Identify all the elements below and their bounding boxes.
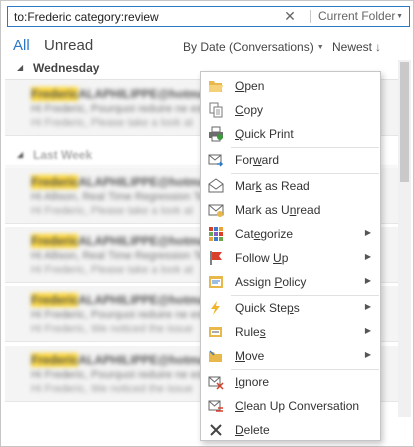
arrow-down-icon: ↓ xyxy=(375,40,382,54)
policy-icon xyxy=(208,274,224,290)
delete-x-icon xyxy=(208,422,224,438)
submenu-arrow-icon: ▶ xyxy=(364,350,371,359)
menu-item-mark-as-unread[interactable]: Mark as Unread xyxy=(201,198,380,222)
ignore-icon xyxy=(208,374,224,390)
mail-preview: Hi Frederic, We noticed the issue xyxy=(31,383,193,395)
chevron-down-icon[interactable]: ▼ xyxy=(396,7,403,26)
move-folder-icon xyxy=(208,348,224,364)
group-label: Wednesday xyxy=(33,61,100,75)
group-label: Last Week xyxy=(33,148,93,162)
rules-icon xyxy=(208,324,224,340)
menu-item-rules[interactable]: Rules ▶ xyxy=(201,320,380,344)
envelope-closed-icon xyxy=(208,202,224,218)
scrollbar-thumb[interactable] xyxy=(400,62,409,182)
sort-order-label: Newest xyxy=(332,40,373,54)
forward-icon xyxy=(208,152,224,168)
list-scrollbar[interactable] xyxy=(398,60,411,417)
mail-subject: Hi Allison, Real Time Regression Testing xyxy=(31,250,229,262)
mail-preview: Hi Frederic, Please take a look at xyxy=(31,264,194,276)
folder-open-icon xyxy=(208,78,224,94)
menu-item-categorize[interactable]: Categorize ▶ xyxy=(201,222,380,246)
chevron-down-icon: ▼ xyxy=(316,44,324,51)
menu-item-open[interactable]: Open xyxy=(201,74,380,98)
clear-search-icon[interactable]: ✕ xyxy=(282,8,298,25)
sort-by-dropdown[interactable]: By Date (Conversations) ▼ xyxy=(183,40,324,54)
menu-item-copy[interactable]: Copy xyxy=(201,98,380,122)
menu-item-follow-up[interactable]: Follow Up ▶ xyxy=(201,246,380,270)
mail-subject: Hi Frederic, Pourquoi reduire ne est pas xyxy=(31,369,227,381)
menu-item-move[interactable]: Move ▶ xyxy=(201,344,380,368)
search-divider xyxy=(310,10,311,23)
cleanup-icon xyxy=(208,398,224,414)
collapse-triangle-icon[interactable]: ◢ xyxy=(17,63,23,72)
lightning-icon xyxy=(208,300,224,316)
menu-item-assign-policy[interactable]: Assign Policy ▶ xyxy=(201,270,380,294)
menu-item-clean-up-conversation[interactable]: Clean Up Conversation xyxy=(201,394,380,418)
mail-subject: Hi Frederic, Pourquoi reduire ne est pas xyxy=(31,309,227,321)
menu-item-quick-print[interactable]: Quick Print xyxy=(201,122,380,146)
search-box: ✕ Current Folder ▼ xyxy=(7,6,410,27)
submenu-arrow-icon: ▶ xyxy=(364,228,371,237)
submenu-arrow-icon: ▶ xyxy=(364,302,371,311)
envelope-open-icon xyxy=(208,178,224,194)
menu-item-delete[interactable]: Delete xyxy=(201,418,380,442)
search-input[interactable] xyxy=(8,7,280,26)
submenu-arrow-icon: ▶ xyxy=(364,326,371,335)
category-grid-icon xyxy=(208,226,224,242)
submenu-arrow-icon: ▶ xyxy=(364,276,371,285)
mail-subject: Hi Allison, Real Time Regression Testing xyxy=(31,191,229,203)
menu-item-forward[interactable]: Forward xyxy=(201,148,380,172)
filter-all-tab[interactable]: All xyxy=(13,37,30,54)
collapse-triangle-icon[interactable]: ◢ xyxy=(17,150,23,159)
mail-preview: Hi Frederic, Please take a look at xyxy=(31,117,194,129)
flag-icon xyxy=(208,250,224,266)
sort-order-toggle[interactable]: Newest ↓ xyxy=(332,40,381,54)
copy-icon xyxy=(208,102,224,118)
outlook-mail-pane: ✕ Current Folder ▼ All Unread By Date (C… xyxy=(0,0,414,447)
search-scope-dropdown[interactable]: Current Folder xyxy=(318,7,395,26)
filter-unread-tab[interactable]: Unread xyxy=(44,37,93,54)
mail-subject: Hi Frederic, Pourquoi reduire ne est pas xyxy=(31,103,227,115)
submenu-arrow-icon: ▶ xyxy=(364,252,371,261)
printer-icon xyxy=(208,126,224,142)
menu-item-quick-steps[interactable]: Quick Steps ▶ xyxy=(201,296,380,320)
mail-preview: Hi Frederic, We noticed the issue xyxy=(31,323,193,335)
sort-by-label: By Date (Conversations) xyxy=(183,40,314,54)
menu-item-mark-as-read[interactable]: Mark as Read xyxy=(201,174,380,198)
menu-item-ignore[interactable]: Ignore xyxy=(201,370,380,394)
mail-preview: Hi Frederic, Please take a look at xyxy=(31,205,194,217)
context-menu: Open Copy Quick Print Forward Mark as Re… xyxy=(200,71,381,441)
